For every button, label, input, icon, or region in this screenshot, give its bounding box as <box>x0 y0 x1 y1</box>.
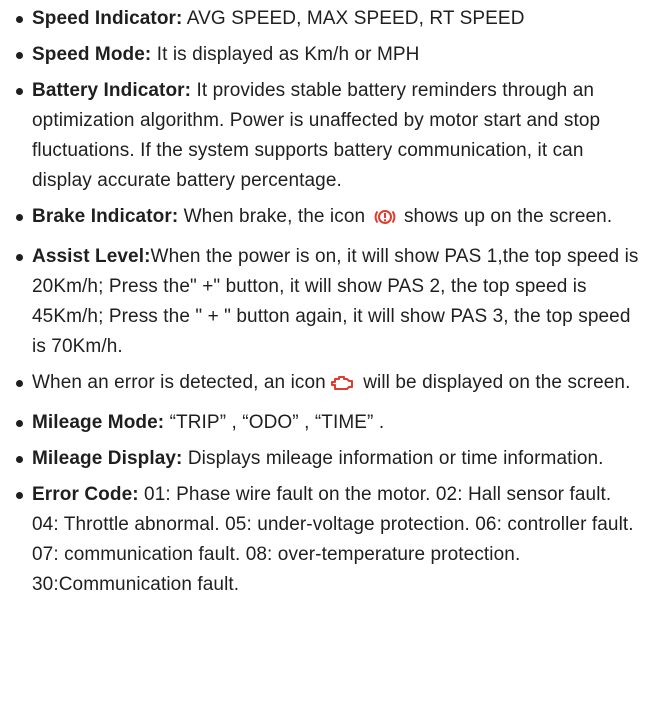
list-item-battery-indicator: Battery Indicator: It provides stable ba… <box>14 76 642 196</box>
item-label: Mileage Display: <box>32 448 183 469</box>
item-text: AVG SPEED, MAX SPEED, RT SPEED <box>182 8 525 29</box>
item-label: Mileage Mode: <box>32 412 165 433</box>
brake-warning-icon <box>374 206 396 236</box>
item-text-after: will be displayed on the screen. <box>357 372 631 393</box>
list-item-mileage-display: Mileage Display: Displays mileage inform… <box>14 444 642 474</box>
item-label: Speed Indicator: <box>32 8 183 29</box>
item-text-after: shows up on the screen. <box>398 206 613 227</box>
item-text-before: When brake, the icon <box>178 206 371 227</box>
list-item-speed-indicator: Speed Indicator: AVG SPEED, MAX SPEED, R… <box>14 4 642 34</box>
page: Speed Indicator: AVG SPEED, MAX SPEED, R… <box>0 0 660 711</box>
list-item-error-code: Error Code: 01: Phase wire fault on the … <box>14 480 642 600</box>
list-item-mileage-mode: Mileage Mode: “TRIP” , “ODO” , “TIME” . <box>14 408 642 438</box>
item-label: Battery Indicator: <box>32 80 192 101</box>
item-text-before: When an error is detected, an icon <box>32 372 326 393</box>
item-label: Assist Level: <box>32 246 151 267</box>
list-item-assist-level: Assist Level:When the power is on, it wi… <box>14 242 642 362</box>
item-label: Brake Indicator: <box>32 206 179 227</box>
item-label: Speed Mode: <box>32 44 152 65</box>
item-label: Error Code: <box>32 484 139 505</box>
item-text: “TRIP” , “ODO” , “TIME” . <box>164 412 385 433</box>
item-text: It is displayed as Km/h or MPH <box>151 44 420 65</box>
list-item-error-detected: When an error is detected, an icon will … <box>14 368 642 402</box>
list-item-speed-mode: Speed Mode: It is displayed as Km/h or M… <box>14 40 642 70</box>
list-item-brake-indicator: Brake Indicator: When brake, the icon sh… <box>14 202 642 236</box>
feature-list: Speed Indicator: AVG SPEED, MAX SPEED, R… <box>14 4 642 600</box>
item-text: Displays mileage information or time inf… <box>182 448 604 469</box>
engine-error-icon <box>329 372 355 402</box>
